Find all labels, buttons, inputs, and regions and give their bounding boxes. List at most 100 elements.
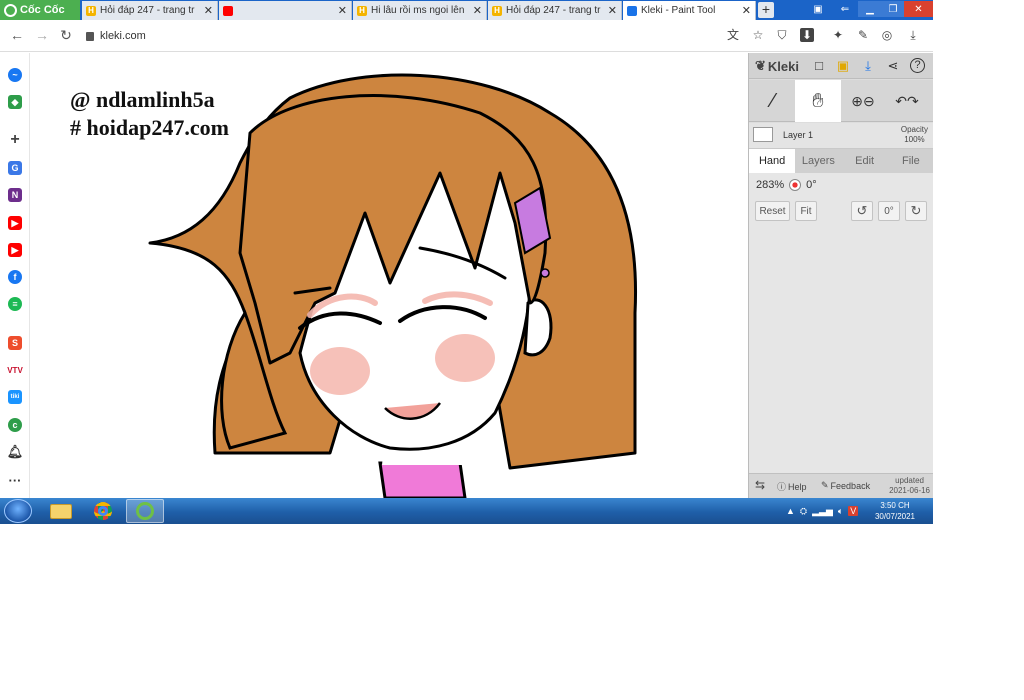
kleki-favicon-icon bbox=[627, 5, 637, 16]
layer-name: Layer 1 bbox=[783, 130, 814, 140]
volume-icon[interactable]: 🔈︎ bbox=[838, 506, 843, 517]
back-icon[interactable]: ← bbox=[9, 27, 25, 43]
tab-file[interactable]: File bbox=[888, 149, 933, 173]
tray-expand-icon[interactable]: ▲ bbox=[786, 506, 795, 516]
coccoc-menu-button[interactable]: Cốc Cốc bbox=[0, 0, 80, 20]
maximize-button[interactable]: ❐ bbox=[882, 1, 904, 17]
new-tab-button[interactable]: + bbox=[758, 2, 774, 18]
download-icon[interactable]: ⤓ bbox=[860, 58, 876, 74]
tab-hoidap-2[interactable]: H Hi lâu rồi ms ngoi lên ✕ bbox=[353, 1, 487, 20]
more-icon[interactable]: ··· bbox=[8, 473, 22, 488]
share-icon[interactable]: ⋖ bbox=[885, 58, 901, 74]
close-icon[interactable]: ✕ bbox=[338, 4, 347, 17]
kleki-logo[interactable]: ❦ Kleki bbox=[755, 58, 799, 74]
minimize-button[interactable]: ▁ bbox=[858, 1, 882, 17]
swap-side-icon[interactable]: ⇆ bbox=[755, 478, 765, 492]
address-bar[interactable]: kleki.com bbox=[86, 25, 716, 47]
pink-shirt bbox=[378, 461, 467, 498]
earring bbox=[540, 268, 550, 278]
tab-strip: Cốc Cốc H Hỏi đáp 247 - trang tr ✕ ✕ H H… bbox=[0, 0, 933, 20]
brand-label: Cốc Cốc bbox=[20, 4, 65, 16]
youtube-icon bbox=[223, 5, 233, 16]
feedback-link[interactable]: ✎ Feedback bbox=[821, 480, 870, 491]
shopee-icon[interactable]: S bbox=[8, 336, 22, 350]
edit-icon[interactable]: ✎ bbox=[856, 28, 870, 42]
rotate-zero-button[interactable]: 0° bbox=[878, 201, 900, 221]
zoom-icon[interactable]: ⊕⊖ bbox=[845, 80, 881, 122]
layer-row[interactable]: Layer 1 Opacity 100% bbox=[749, 123, 933, 149]
updated-date: 2021-06-16 bbox=[889, 486, 930, 495]
clock[interactable]: 3:50 CH 30/07/2021 bbox=[870, 500, 920, 522]
hoidap-favicon-icon: H bbox=[492, 5, 502, 16]
drawing-canvas[interactable]: @ ndlamlinh5a # hoidap247.com bbox=[30, 53, 748, 498]
help-icon[interactable]: ? bbox=[910, 58, 925, 73]
bell-icon[interactable]: 🔔︎ bbox=[7, 444, 24, 459]
youtube-music-icon[interactable]: ▶ bbox=[8, 243, 22, 257]
reset-button[interactable]: Reset bbox=[755, 201, 790, 221]
extensions-icon[interactable]: ✦ bbox=[831, 28, 845, 42]
reload-icon[interactable]: ↻ bbox=[58, 27, 74, 43]
opacity-label: Opacity bbox=[900, 125, 928, 134]
close-icon[interactable]: ✕ bbox=[473, 4, 482, 17]
hand-tool-icon[interactable]: ✋︎ bbox=[795, 80, 841, 122]
tool-row: ⁄ ✋︎ ⊕⊖ ↶↷ bbox=[749, 80, 933, 122]
download-extension-icon[interactable]: ⬇ bbox=[800, 28, 814, 42]
cast-icon[interactable]: ▣ bbox=[808, 1, 828, 17]
start-button[interactable] bbox=[4, 499, 32, 523]
zoom-value: 283% bbox=[756, 179, 785, 191]
translate-icon[interactable]: 文 bbox=[726, 28, 740, 42]
profile-icon[interactable]: ◎ bbox=[880, 28, 894, 42]
coccoc-taskbar-icon[interactable] bbox=[126, 499, 164, 523]
close-icon[interactable]: ✕ bbox=[608, 4, 617, 17]
back-window-icon[interactable]: ⇐ bbox=[835, 1, 855, 17]
tab-edit[interactable]: Edit bbox=[842, 149, 888, 173]
undo-redo-icon[interactable]: ↶↷ bbox=[889, 80, 925, 122]
fit-button[interactable]: Fit bbox=[795, 201, 817, 221]
tiki-icon[interactable]: tiki bbox=[8, 390, 22, 404]
tab-hand[interactable]: Hand bbox=[749, 149, 796, 173]
facebook-icon[interactable]: f bbox=[8, 270, 22, 284]
tab-title: Hi lâu rồi ms ngoi lên bbox=[371, 5, 465, 16]
coccoc-sidebar-icon[interactable]: c bbox=[8, 418, 22, 432]
close-icon[interactable]: ✕ bbox=[204, 4, 213, 17]
spotify-icon[interactable]: ≡ bbox=[8, 297, 22, 311]
layer-opacity[interactable]: Opacity 100% bbox=[901, 125, 928, 145]
signal-icon[interactable]: ▂▃▅ bbox=[812, 506, 833, 517]
tab-hoidap-3[interactable]: H Hỏi đáp 247 - trang tr ✕ bbox=[488, 1, 622, 20]
forward-icon[interactable]: → bbox=[34, 27, 50, 43]
feedback-icon: ✎ bbox=[821, 480, 829, 490]
translate-sidebar-icon[interactable]: G bbox=[8, 161, 22, 175]
antivirus-icon[interactable]: V bbox=[848, 506, 859, 516]
close-icon[interactable]: ✕ bbox=[742, 4, 751, 17]
browser-sidebar: ~ ◆ + G N ▶ ▶ f ≡ S VTV tiki c 🔔︎ ··· bbox=[0, 53, 30, 498]
browser-toolbar: ← → ↻ kleki.com 文 ☆ ⛉ ⬇ ✦ ✎ ◎ ⤓ bbox=[0, 20, 933, 52]
clock-date: 30/07/2021 bbox=[874, 512, 916, 521]
tab-title: Hỏi đáp 247 - trang tr bbox=[100, 5, 195, 16]
add-icon[interactable]: + bbox=[8, 131, 22, 148]
onenote-icon[interactable]: N bbox=[8, 188, 22, 202]
new-image-icon[interactable]: □ bbox=[811, 58, 827, 74]
updated-info: updated 2021-06-16 bbox=[889, 476, 930, 496]
messenger-icon[interactable]: ~ bbox=[8, 68, 22, 82]
tab-kleki[interactable]: Kleki - Paint Tool ✕ bbox=[623, 1, 756, 20]
close-window-button[interactable]: ✕ bbox=[904, 1, 933, 17]
youtube-sidebar-icon[interactable]: ▶ bbox=[8, 216, 22, 230]
network-tray-icon[interactable]: ⛭ bbox=[800, 506, 807, 517]
brush-icon[interactable]: ⁄ bbox=[753, 80, 793, 122]
help-circle-icon: ⓘ bbox=[777, 482, 787, 492]
tab-layers[interactable]: Layers bbox=[795, 149, 841, 173]
tab-youtube[interactable]: ✕ bbox=[219, 1, 352, 20]
file-explorer-icon[interactable] bbox=[42, 499, 80, 523]
rotate-left-icon[interactable]: ↺ bbox=[851, 201, 873, 221]
rotate-right-icon[interactable]: ↻ bbox=[905, 201, 927, 221]
tab-hoidap-1[interactable]: H Hỏi đáp 247 - trang tr ✕ bbox=[82, 1, 218, 20]
help-link[interactable]: ⓘ Help bbox=[777, 480, 807, 493]
chrome-icon[interactable] bbox=[84, 499, 122, 523]
vtv-icon[interactable]: VTV bbox=[7, 363, 23, 377]
game-icon[interactable]: ◆ bbox=[8, 95, 22, 109]
downloads-icon[interactable]: ⤓ bbox=[906, 28, 920, 42]
tab-title: Hỏi đáp 247 - trang tr bbox=[506, 5, 601, 16]
star-icon[interactable]: ☆ bbox=[751, 28, 765, 42]
save-icon[interactable]: ▣ bbox=[835, 58, 851, 74]
shield-icon[interactable]: ⛉ bbox=[775, 28, 789, 42]
